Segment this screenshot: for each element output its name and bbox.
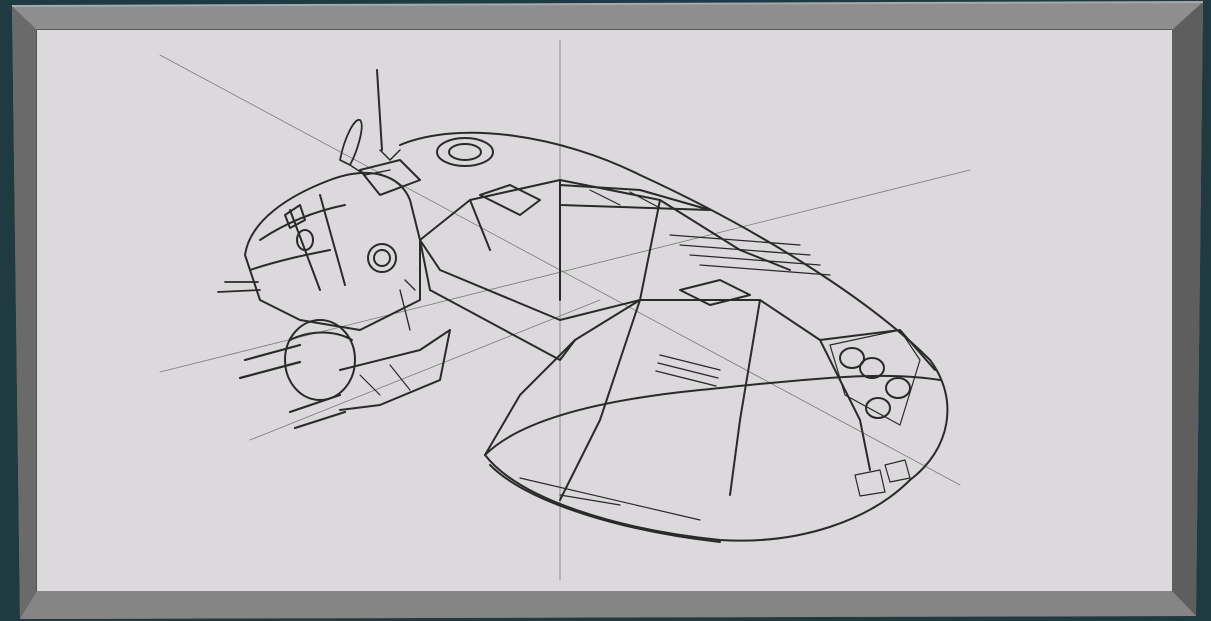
frame-left-bevel (12, 6, 37, 619)
frame-right-bevel (1172, 2, 1203, 616)
spaceship-sketch (159, 39, 971, 581)
sketch-canvas (37, 30, 1172, 591)
ship-hull (399, 131, 949, 543)
frame-bottom-bevel (20, 591, 1196, 619)
game-scene (0, 0, 1211, 621)
